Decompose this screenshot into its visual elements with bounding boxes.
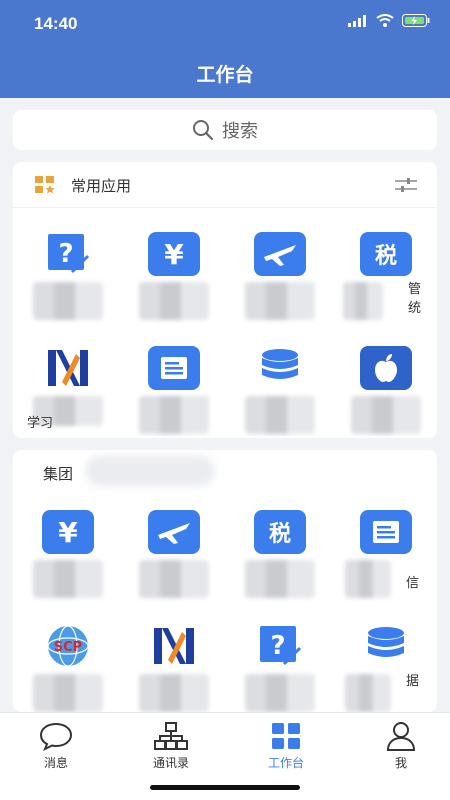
app-label [335,394,427,432]
app-label: 据 [405,674,419,689]
app-tile[interactable] [119,624,219,712]
status-icons [348,14,430,27]
app-tile[interactable]: 税 [225,510,325,620]
app-label [229,558,321,596]
battery-icon [402,14,430,27]
help-doc-icon: ? [254,624,306,668]
group-apps-card: 集团 ¥ 税 信 SCP ? 据 [13,450,437,712]
apple-icon [360,346,412,390]
app-tile[interactable] [119,510,219,620]
person-icon [386,722,416,751]
app-tile[interactable]: ¥ [13,510,113,620]
app-label [17,672,109,710]
app-label [123,394,215,432]
app-label [229,280,321,318]
database-icon [360,624,412,668]
grid-icon [272,723,300,749]
app-tile[interactable] [225,232,325,342]
tax-icon: 税 [254,510,306,554]
common-apps-header: 常用应用 [13,162,437,208]
app-tile[interactable]: 信 [331,510,431,620]
group-apps-title: 集团 [43,465,74,483]
common-apps-card: 常用应用 ? ¥ 税 管 统 学习 [13,162,437,438]
app-label: 信 [405,576,419,591]
help-doc-icon: ? [42,232,94,276]
app-label [123,280,215,318]
page-title: 工作台 [196,64,254,86]
notice-icon [148,346,200,390]
app-tile[interactable]: 税 管 统 [331,232,431,342]
app-tile[interactable]: ¥ [119,232,219,342]
svg-text:?: ? [58,239,73,269]
header: 14:40 工作台 [0,0,450,98]
tab-label: 消息 [43,756,68,770]
app-tile[interactable] [225,346,325,438]
tab-label: 我 [394,756,407,770]
blurred-title [85,456,215,486]
plane-icon [254,232,306,276]
app-tile[interactable]: 据 [331,624,431,712]
notice-icon [360,510,412,554]
search-icon [193,120,214,141]
tab-contacts[interactable]: 通讯录 [121,721,221,771]
app-label [123,558,215,596]
app-label: 学习 [27,416,54,431]
apps-grid-icon [35,176,55,194]
tab-label: 工作台 [267,756,304,770]
group-apps-header: 集团 [13,450,437,496]
app-label [123,672,215,710]
learning-logo-icon [148,624,200,668]
wifi-icon [376,14,394,27]
common-apps-title: 常用应用 [71,177,132,195]
app-label: 管 统 [407,282,421,316]
tab-messages[interactable]: 消息 [6,721,106,771]
scp-globe-icon: SCP [42,624,94,668]
app-tile[interactable]: 学习 [13,346,113,438]
yuan-icon: ¥ [42,510,94,554]
app-tile[interactable]: ? [13,232,113,342]
yuan-icon: ¥ [148,232,200,276]
status-bar: 14:40 [0,0,450,44]
app-tile[interactable]: SCP [13,624,113,712]
tab-label: 通讯录 [152,756,189,770]
app-tile[interactable] [331,346,431,438]
signal-icon [348,14,366,27]
tab-workbench[interactable]: 工作台 [236,721,336,771]
chat-bubble-icon [39,722,73,751]
svg-text:SCP: SCP [54,640,82,655]
database-icon [254,346,306,390]
search-bar[interactable]: 搜索 [13,110,437,150]
app-label [229,394,321,432]
svg-text:?: ? [270,631,285,661]
app-tile[interactable]: ? [225,624,325,712]
search-label: 搜索 [222,121,258,142]
home-indicator [150,785,300,790]
tab-me[interactable]: 我 [351,721,450,771]
app-tile[interactable] [119,346,219,438]
status-time: 14:40 [34,14,78,33]
app-label [17,558,109,596]
tax-icon: 税 [360,232,412,276]
plane-icon [148,510,200,554]
app-label [229,672,321,710]
app-label [17,280,109,318]
org-chart-icon [154,722,188,750]
learning-logo-icon [42,346,94,390]
sliders-icon[interactable] [395,177,417,193]
